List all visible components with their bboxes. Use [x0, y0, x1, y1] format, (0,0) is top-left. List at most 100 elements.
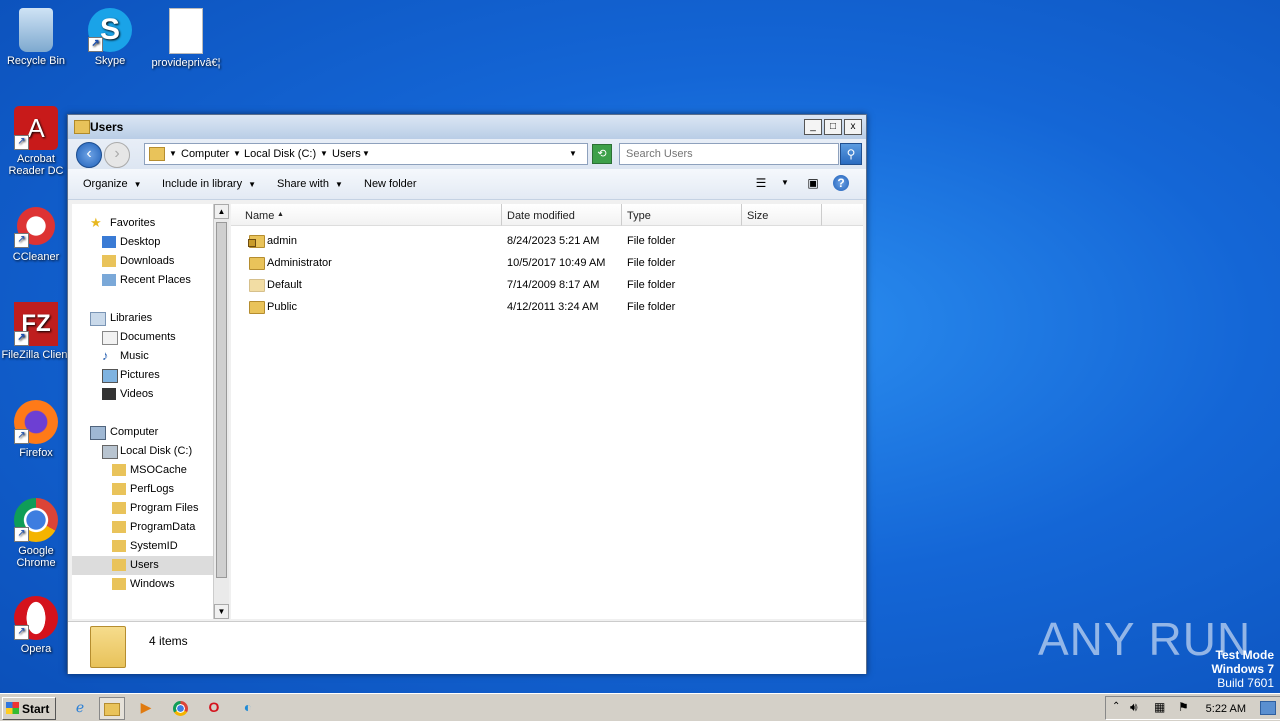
file-row[interactable]: Default 7/14/2009 8:17 AM File folder [231, 274, 863, 296]
minimize-button[interactable]: _ [804, 119, 822, 135]
desktop-icon-skype[interactable]: S ↗ Skype [74, 8, 146, 67]
desktop-icon-acrobat[interactable]: A ↗ Acrobat Reader DC [0, 106, 72, 177]
nav-label: Desktop [120, 236, 161, 248]
desktop-icon-firefox[interactable]: ↗ Firefox [0, 400, 72, 459]
organize-button[interactable]: Organize ▼ [83, 178, 142, 190]
breadcrumb-local-disk[interactable]: Local Disk (C:) [244, 148, 316, 160]
nav-scrollbar[interactable]: ▲ ▼ [213, 204, 229, 619]
preview-pane-icon[interactable]: ▣ [804, 175, 822, 191]
test-mode-line3: Build 7601 [1217, 676, 1274, 690]
address-bar[interactable]: ▼ Computer ▼ Local Disk (C:) ▼ Users ▼ ▼ [144, 143, 588, 165]
search-box[interactable] [619, 143, 839, 165]
desktop-icon-opera[interactable]: ↗ Opera [0, 596, 72, 655]
file-name: admin [267, 235, 297, 247]
nav-music[interactable]: ♪ Music [72, 347, 213, 366]
clock[interactable]: 5:22 AM [1206, 703, 1246, 715]
nav-systemid[interactable]: SystemID [72, 537, 213, 556]
breadcrumb-computer[interactable]: Computer [181, 148, 229, 160]
nav-msocache[interactable]: MSOCache [72, 461, 213, 480]
tray-expand-icon[interactable]: ⌃ [1112, 701, 1120, 712]
start-button[interactable]: Start [2, 697, 56, 720]
view-options-icon[interactable]: ☰ [752, 175, 770, 191]
opera-taskbar-icon[interactable]: O [202, 697, 226, 718]
nav-local-disk[interactable]: Local Disk (C:) [72, 442, 213, 461]
breadcrumb-chevron-icon[interactable]: ▼ [320, 149, 328, 158]
nav-desktop[interactable]: Desktop [72, 233, 213, 252]
desktop-icon-file[interactable]: provideprivâ€¦ [150, 8, 222, 69]
breadcrumb-chevron-icon[interactable]: ▼ [362, 149, 370, 158]
maximize-button[interactable]: □ [824, 119, 842, 135]
desktop-icon-filezilla[interactable]: FZ ↗ FileZilla Client [0, 302, 72, 361]
column-header-name[interactable]: Name ▲ [231, 204, 502, 226]
volume-icon[interactable]: 🔊︎ [1130, 700, 1138, 715]
show-desktop-icon[interactable] [1260, 701, 1276, 715]
scroll-up-button[interactable]: ▲ [214, 204, 229, 219]
acrobat-icon: A ↗ [14, 106, 58, 150]
close-button[interactable]: x [844, 119, 862, 135]
address-bar-row: ‹ › ▼ Computer ▼ Local Disk (C:) ▼ Users… [68, 139, 866, 169]
nav-programdata[interactable]: ProgramData [72, 518, 213, 537]
address-dropdown-icon[interactable]: ▼ [569, 149, 577, 158]
column-header-size[interactable]: Size [742, 204, 822, 226]
forward-button[interactable]: › [104, 142, 130, 168]
network-icon[interactable]: ▦ [1154, 700, 1165, 714]
nav-users[interactable]: Users [72, 556, 213, 575]
edge-taskbar-icon[interactable]: ◐ [236, 697, 260, 718]
scroll-down-button[interactable]: ▼ [214, 604, 229, 619]
nav-recent-places[interactable]: Recent Places [72, 271, 213, 290]
column-header-type[interactable]: Type [622, 204, 742, 226]
navigation-pane[interactable]: ★ Favorites Desktop Downloads Recent Plac… [72, 204, 213, 619]
nav-pictures[interactable]: Pictures [72, 366, 213, 385]
include-in-library-button[interactable]: Include in library ▼ [162, 178, 256, 190]
explorer-window[interactable]: Users _ □ x ‹ › ▼ Computer ▼ Local Disk … [67, 114, 867, 674]
folder-icon [112, 483, 126, 495]
nav-documents[interactable]: Documents [72, 328, 213, 347]
shortcut-arrow-icon: ↗ [14, 331, 29, 346]
column-label: Name [245, 210, 275, 222]
nav-program-files[interactable]: Program Files [72, 499, 213, 518]
locked-folder-icon [248, 235, 265, 248]
file-date: 8/24/2023 5:21 AM [507, 235, 600, 247]
title-bar[interactable]: Users _ □ x [68, 115, 866, 139]
breadcrumb-chevron-icon[interactable]: ▼ [169, 149, 177, 158]
file-row[interactable]: admin 8/24/2023 5:21 AM File folder [231, 230, 863, 252]
help-icon[interactable]: ? [833, 175, 849, 191]
column-header-date[interactable]: Date modified [502, 204, 622, 226]
nav-favorites[interactable]: ★ Favorites [72, 214, 213, 233]
action-center-flag-icon[interactable]: ⚑ [1178, 700, 1189, 714]
scroll-thumb[interactable] [216, 222, 227, 578]
breadcrumb-chevron-icon[interactable]: ▼ [233, 149, 241, 158]
file-type: File folder [627, 301, 676, 313]
locked-folder-icon [112, 464, 126, 476]
system-tray: ⌃ 🔊︎ ▦ ⚑ 5:22 AM [1105, 696, 1280, 720]
file-row[interactable]: Administrator 10/5/2017 10:49 AM File fo… [231, 252, 863, 274]
back-button[interactable]: ‹ [76, 142, 102, 168]
nav-downloads[interactable]: Downloads [72, 252, 213, 271]
desktop-icon-label: Acrobat Reader DC [8, 153, 64, 177]
nav-libraries[interactable]: Libraries [72, 309, 213, 328]
view-dropdown-icon[interactable]: ▼ [776, 175, 794, 191]
refresh-button[interactable]: ⟲ [592, 144, 612, 164]
desktop-icon-chrome[interactable]: ↗ Google Chrome [0, 498, 72, 569]
nav-perflogs[interactable]: PerfLogs [72, 480, 213, 499]
search-icon[interactable]: ⚲ [840, 143, 862, 165]
column-label: Size [747, 210, 769, 222]
internet-explorer-icon[interactable]: ℯ [68, 697, 92, 718]
new-folder-button[interactable]: New folder [364, 178, 417, 190]
file-list[interactable]: Name ▲ Date modified Type Size admin 8/24… [231, 204, 863, 619]
search-input[interactable] [624, 147, 828, 161]
share-with-button[interactable]: Share with ▼ [277, 178, 343, 190]
desktop-icon-ccleaner[interactable]: ↗ CCleaner [0, 204, 72, 263]
nav-windows[interactable]: Windows [72, 575, 213, 594]
desktop-icon-recycle-bin[interactable]: Recycle Bin [0, 8, 72, 67]
media-player-icon[interactable]: ▶ [134, 697, 158, 718]
nav-computer[interactable]: Computer [72, 423, 213, 442]
nav-label: Pictures [120, 369, 160, 381]
breadcrumb-users[interactable]: Users [332, 148, 361, 160]
explorer-taskbar-icon[interactable] [99, 697, 125, 720]
chrome-taskbar-icon[interactable] [168, 697, 192, 718]
shortcut-arrow-icon: ↗ [88, 37, 103, 52]
folder-icon [112, 502, 126, 514]
file-row[interactable]: Public 4/12/2011 3:24 AM File folder [231, 296, 863, 318]
nav-videos[interactable]: Videos [72, 385, 213, 404]
